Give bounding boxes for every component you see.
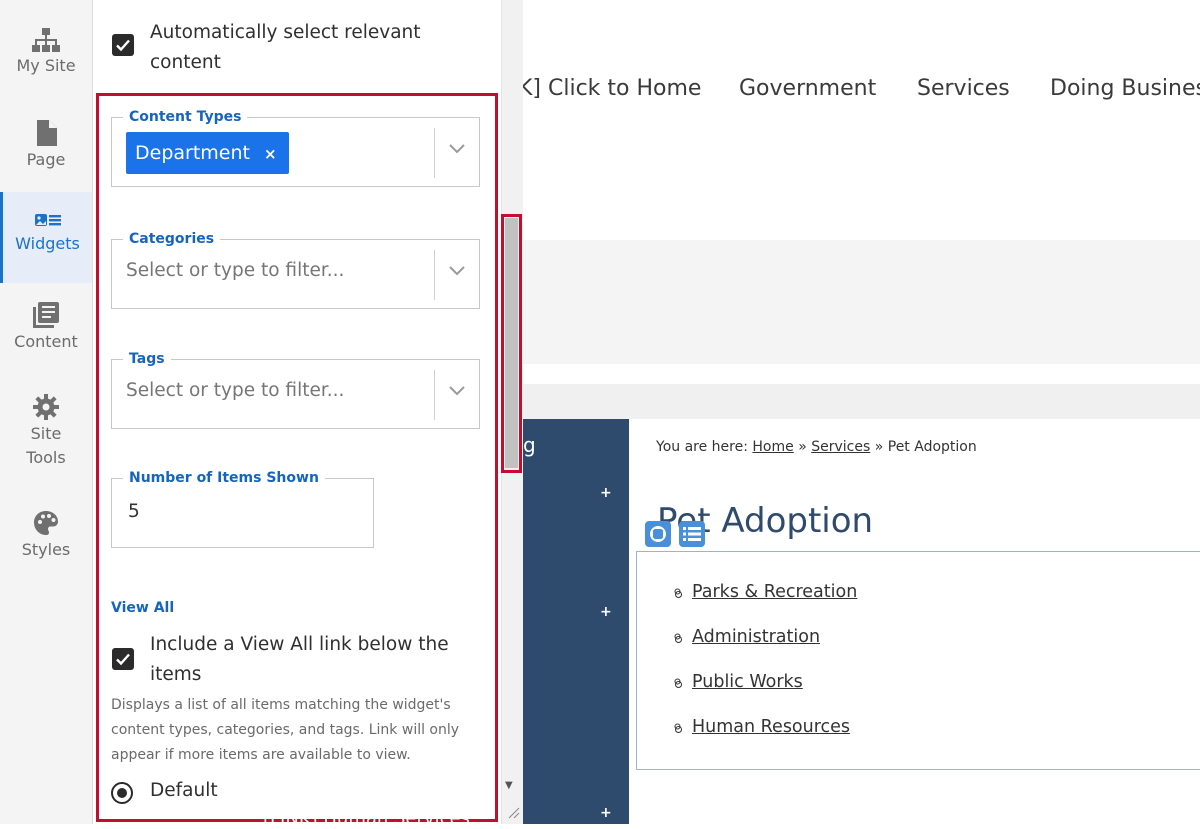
nav-item-my-site[interactable]: My Site bbox=[0, 28, 92, 78]
check-icon bbox=[116, 653, 130, 666]
widgets-icon bbox=[34, 214, 61, 226]
items-shown-value: 5 bbox=[128, 501, 140, 522]
default-radio-label: Default bbox=[150, 780, 218, 801]
tags-field[interactable]: Tags Select or type to filter... bbox=[111, 350, 480, 429]
nav-label: My Site bbox=[16, 56, 76, 75]
view-all-heading: View All bbox=[111, 600, 175, 616]
breadcrumb-current: Pet Adoption bbox=[887, 439, 977, 455]
nav-item-page[interactable]: Page bbox=[0, 120, 92, 172]
site-main-area: You are here: Home » Services » Pet Adop… bbox=[629, 419, 1200, 824]
list-item[interactable]: Public Works bbox=[675, 672, 803, 692]
topnav-doing-business-link[interactable]: Doing Business bbox=[1050, 76, 1200, 101]
categories-legend: Categories bbox=[123, 230, 221, 248]
department-chip: Department × bbox=[126, 132, 289, 174]
field-divider bbox=[434, 370, 435, 420]
nav-label-line2: Tools bbox=[26, 448, 66, 467]
view-all-checkbox[interactable] bbox=[112, 648, 134, 670]
items-shown-field[interactable]: Number of Items Shown 5 bbox=[111, 469, 374, 548]
expand-plus-icon[interactable]: + bbox=[600, 604, 612, 620]
tags-legend: Tags bbox=[123, 350, 171, 368]
bottom-menu-fragment: [LINK] Human Services bbox=[263, 808, 470, 829]
expand-plus-icon[interactable]: + bbox=[600, 805, 612, 821]
nav-item-site-tools[interactable]: Site Tools bbox=[0, 394, 92, 470]
nav-item-widgets[interactable]: Widgets bbox=[0, 192, 92, 283]
view-all-help-text: Displays a list of all items matching th… bbox=[111, 697, 460, 763]
auto-select-label-line2: content bbox=[150, 52, 221, 73]
list-item[interactable]: Parks & Recreation bbox=[674, 582, 857, 602]
default-radio[interactable] bbox=[111, 782, 133, 804]
tags-placeholder: Select or type to filter... bbox=[126, 380, 345, 401]
chip-label: Department bbox=[135, 142, 250, 164]
nav-label: Styles bbox=[21, 540, 71, 559]
nav-item-content[interactable]: Content bbox=[0, 302, 92, 354]
auto-select-label: Automatically select relevant content bbox=[150, 18, 421, 78]
items-shown-legend: Number of Items Shown bbox=[123, 469, 325, 487]
breadcrumb-separator: » bbox=[874, 439, 884, 455]
content-icon bbox=[33, 302, 59, 328]
auto-select-checkbox[interactable] bbox=[112, 34, 134, 56]
view-all-label-line1: Include a View All link below the bbox=[150, 634, 449, 655]
chevron-down-icon[interactable] bbox=[449, 386, 465, 396]
sitemap-icon bbox=[32, 28, 60, 52]
chip-remove-icon[interactable]: × bbox=[264, 145, 277, 163]
breadcrumb: You are here: Home » Services » Pet Adop… bbox=[656, 439, 977, 455]
site-preview: K] Click to Home Government Services Doi… bbox=[523, 0, 1200, 824]
gear-icon bbox=[33, 394, 59, 420]
chevron-down-icon[interactable] bbox=[449, 144, 465, 154]
scrollbar-highlight bbox=[501, 214, 522, 473]
hero-band bbox=[523, 240, 1200, 364]
content-types-field[interactable]: Content Types Department × bbox=[111, 108, 480, 187]
breadcrumb-home-link[interactable]: Home bbox=[752, 439, 793, 455]
topnav-government-link[interactable]: Government bbox=[739, 76, 876, 101]
nav-label: Page bbox=[26, 150, 66, 169]
expand-plus-icon[interactable]: + bbox=[600, 485, 612, 501]
page-icon bbox=[37, 120, 57, 146]
list-item[interactable]: Human Resources bbox=[674, 717, 850, 737]
field-divider bbox=[434, 250, 435, 300]
nav-label: Content bbox=[14, 332, 78, 351]
move-widget-icon[interactable] bbox=[645, 521, 671, 547]
site-side-menu: g + + + bbox=[523, 419, 629, 824]
breadcrumb-separator: » bbox=[798, 439, 807, 455]
nav-item-styles[interactable]: Styles bbox=[0, 510, 92, 562]
view-all-label: Include a View All link below the items bbox=[150, 630, 449, 690]
field-divider bbox=[434, 128, 435, 178]
auto-select-row[interactable]: Automatically select relevant content bbox=[112, 18, 492, 78]
categories-placeholder: Select or type to filter... bbox=[126, 260, 345, 281]
view-all-row[interactable]: Include a View All link below the items bbox=[112, 630, 492, 690]
check-icon bbox=[116, 39, 130, 52]
chevron-down-icon[interactable] bbox=[449, 266, 465, 276]
related-content-widget[interactable]: Parks & Recreation Administration Public… bbox=[636, 551, 1200, 770]
nav-label: Widgets bbox=[15, 234, 80, 253]
scroll-down-arrow-icon[interactable]: ▼ bbox=[505, 780, 513, 791]
topnav-home-link[interactable]: K] Click to Home bbox=[523, 76, 701, 101]
nav-label: Site bbox=[30, 424, 62, 443]
widget-list-icon[interactable] bbox=[679, 521, 705, 547]
auto-select-label-line1: Automatically select relevant bbox=[150, 22, 421, 43]
left-nav: My Site Page Widgets Content Site Tools … bbox=[0, 0, 93, 824]
categories-field[interactable]: Categories Select or type to filter... bbox=[111, 230, 480, 309]
view-all-label-line2: items bbox=[150, 664, 202, 685]
content-types-legend: Content Types bbox=[123, 108, 248, 126]
breadcrumb-prefix: You are here: bbox=[656, 439, 748, 455]
resize-grip-icon[interactable] bbox=[503, 802, 521, 820]
list-item[interactable]: Administration bbox=[674, 627, 820, 647]
topnav-services-link[interactable]: Services bbox=[917, 76, 1010, 101]
side-menu-fragment: g bbox=[523, 433, 536, 457]
palette-icon bbox=[34, 511, 58, 535]
breadcrumb-services-link[interactable]: Services bbox=[811, 439, 870, 455]
